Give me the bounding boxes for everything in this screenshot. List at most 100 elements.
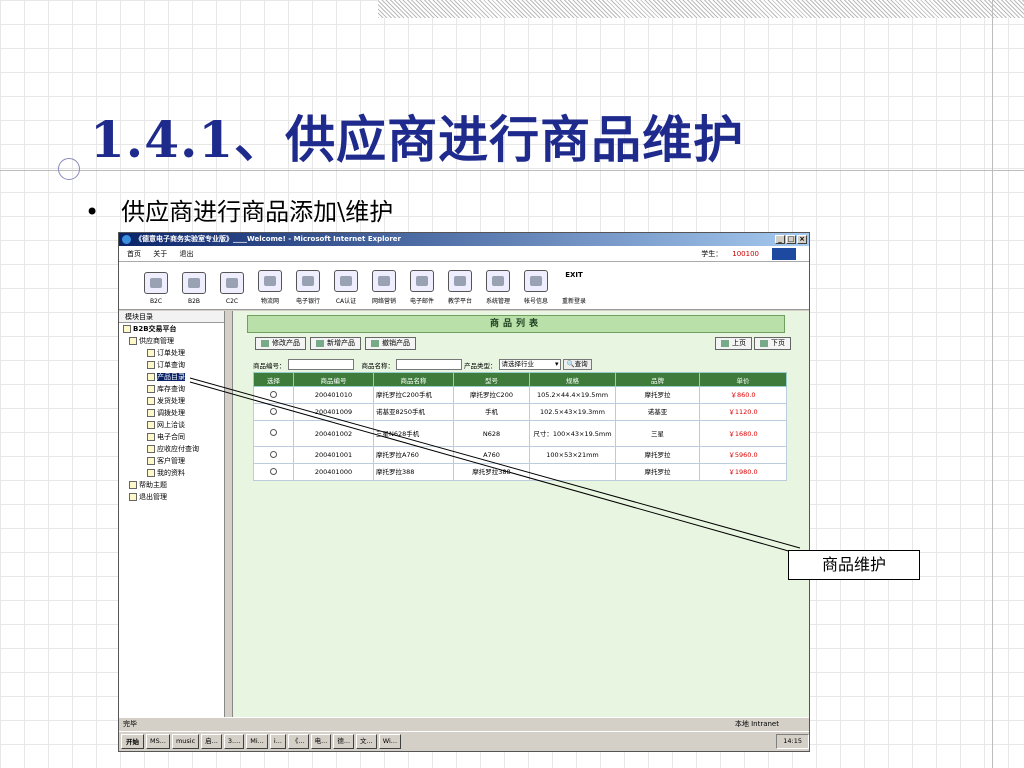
taskbar-button[interactable]: 3.... bbox=[223, 734, 245, 749]
name-input[interactable] bbox=[396, 359, 462, 370]
tool-label: 网络营销 bbox=[371, 298, 396, 305]
minimize-button[interactable]: _ bbox=[775, 235, 785, 244]
taskbar-button[interactable]: 电... bbox=[310, 734, 332, 749]
cell-spec bbox=[529, 463, 616, 481]
tree-item-negotiation[interactable]: 网上洽谈 bbox=[119, 419, 224, 431]
taskbar-button[interactable]: 德... bbox=[333, 734, 355, 749]
next-page-button[interactable]: 下页 bbox=[754, 337, 791, 350]
status-text: 完毕 bbox=[123, 720, 137, 728]
bullet-dot: • bbox=[85, 198, 100, 226]
table-header-row: 选择 商品编号 商品名称 型号 规格 品牌 单价 bbox=[253, 372, 787, 387]
page-icon bbox=[147, 469, 155, 477]
bullet-text: 供应商进行商品添加\维护 bbox=[121, 198, 394, 226]
tree-item-inventory[interactable]: 库存查询 bbox=[119, 383, 224, 395]
taskbar-button[interactable]: i... bbox=[269, 734, 286, 749]
col-header: 型号 bbox=[453, 372, 530, 387]
row-radio[interactable] bbox=[270, 450, 277, 458]
tool-logistics[interactable]: 物流网 bbox=[253, 270, 287, 305]
tool-bank[interactable]: 电子银行 bbox=[291, 270, 325, 305]
edit-product-button[interactable]: 修改产品 bbox=[255, 337, 306, 350]
tree-item-contract[interactable]: 电子合同 bbox=[119, 431, 224, 443]
tool-teaching[interactable]: 教学平台 bbox=[443, 270, 477, 305]
table-row[interactable]: 200401010 摩托罗拉C200手机 摩托罗拉C200 105.2×44.4… bbox=[253, 386, 787, 404]
table-row[interactable]: 200401001 摩托罗拉A760 A760 100×53×21mm 摩托罗拉… bbox=[253, 446, 787, 464]
bullet-item: • 供应商进行商品添加\维护 bbox=[85, 192, 393, 227]
tool-label: B2B bbox=[187, 298, 201, 305]
frame-splitter[interactable] bbox=[225, 311, 233, 717]
action-bar: 修改产品 新增产品 撤销产品 bbox=[255, 337, 416, 350]
globe-icon bbox=[123, 325, 131, 333]
tool-relogin[interactable]: EXIT 重新登录 bbox=[557, 270, 591, 305]
window-title: 《德意电子商务实验室专业版》____Welcome! - Microsoft I… bbox=[135, 235, 401, 243]
tree-group[interactable]: 供应商管理 bbox=[119, 335, 224, 347]
taskbar-button[interactable]: music bbox=[171, 734, 200, 749]
taskbar-button[interactable]: 启... bbox=[201, 734, 222, 749]
row-radio[interactable] bbox=[270, 390, 277, 398]
system-icon bbox=[486, 270, 510, 292]
taskbar-button[interactable]: MS... bbox=[146, 734, 170, 749]
pencil-icon bbox=[261, 339, 269, 347]
row-radio[interactable] bbox=[270, 429, 277, 436]
brand-logo-icon bbox=[772, 248, 796, 260]
tree-item-transfer[interactable]: 调拨处理 bbox=[119, 407, 224, 419]
tool-account[interactable]: 帐号信息 bbox=[519, 270, 553, 305]
cell-name: 诺基亚8250手机 bbox=[373, 403, 454, 421]
tree-item-catalog[interactable]: 产品目录 bbox=[119, 371, 224, 383]
maximize-button[interactable]: □ bbox=[786, 235, 796, 244]
tree-item-order-query[interactable]: 订单查询 bbox=[119, 359, 224, 371]
tree-item-customers[interactable]: 客户管理 bbox=[119, 455, 224, 467]
tool-c2c[interactable]: C2C bbox=[215, 272, 249, 305]
type-select[interactable]: 请选择行业 bbox=[498, 359, 561, 370]
taskbar-button[interactable]: Wi... bbox=[378, 734, 402, 749]
taskbar-button[interactable]: 《... bbox=[287, 734, 309, 749]
tool-label: 系统管理 bbox=[485, 298, 510, 305]
add-product-button[interactable]: 新增产品 bbox=[310, 337, 361, 350]
status-bar: 完毕 本地 Intranet bbox=[119, 717, 809, 730]
tree-item-profile[interactable]: 我的资料 bbox=[119, 467, 224, 479]
tool-label: 物流网 bbox=[260, 298, 279, 305]
tool-b2c[interactable]: B2C bbox=[139, 272, 173, 305]
menu-exit[interactable]: 退出 bbox=[179, 250, 193, 258]
table-row[interactable]: 200401002 三星N628手机 N628 尺寸：100×43×19.5mm… bbox=[253, 420, 787, 447]
row-radio[interactable] bbox=[270, 407, 277, 415]
menu-bar: 首页 关于 退出 学生： 100100 bbox=[119, 246, 809, 262]
prev-page-button[interactable]: 上页 bbox=[715, 337, 752, 350]
page-icon bbox=[147, 397, 155, 405]
tree-item-help[interactable]: 帮助主题 bbox=[119, 479, 224, 491]
col-header: 商品编号 bbox=[293, 372, 374, 387]
tool-label: 电子邮件 bbox=[409, 298, 434, 305]
tool-b2b[interactable]: B2B bbox=[177, 272, 211, 305]
cell-price: ￥5960.0 bbox=[699, 446, 787, 464]
row-radio[interactable] bbox=[270, 467, 277, 475]
remove-product-button[interactable]: 撤销产品 bbox=[365, 337, 416, 350]
start-button[interactable]: 开始 bbox=[121, 734, 144, 749]
close-button[interactable]: × bbox=[797, 235, 807, 244]
menu-about[interactable]: 关于 bbox=[153, 250, 167, 258]
tree-root[interactable]: B2B交易平台 bbox=[119, 323, 224, 335]
taskbar-button[interactable]: Mi... bbox=[246, 734, 268, 749]
search-button[interactable]: 🔍查询 bbox=[562, 359, 592, 370]
slide-guide-line bbox=[992, 0, 993, 768]
tool-email[interactable]: 电子邮件 bbox=[405, 270, 439, 305]
cell-model: 摩托罗拉388 bbox=[453, 463, 530, 481]
cell-price: ￥860.0 bbox=[699, 386, 787, 404]
tree-item-receivables[interactable]: 应收应付查询 bbox=[119, 443, 224, 455]
tool-marketing[interactable]: 网络营销 bbox=[367, 270, 401, 305]
menu-home[interactable]: 首页 bbox=[127, 250, 141, 258]
tree-item-orders[interactable]: 订单处理 bbox=[119, 347, 224, 359]
cell-spec: 100×53×21mm bbox=[529, 446, 616, 464]
taskbar-button[interactable]: 文... bbox=[356, 734, 377, 749]
tree-item-logout[interactable]: 退出管理 bbox=[119, 491, 224, 503]
table-row[interactable]: 200401009 诺基亚8250手机 手机 102.5×43×19.3mm 诺… bbox=[253, 403, 787, 421]
tool-ca[interactable]: CA认证 bbox=[329, 270, 363, 305]
tool-system[interactable]: 系统管理 bbox=[481, 270, 515, 305]
table-row[interactable]: 200401000 摩托罗拉388 摩托罗拉388 摩托罗拉 ￥1980.0 bbox=[253, 463, 787, 481]
cell-brand: 摩托罗拉 bbox=[615, 386, 700, 404]
code-input[interactable] bbox=[287, 359, 354, 370]
col-header: 选择 bbox=[253, 372, 294, 387]
cell-spec: 105.2×44.4×19.5mm bbox=[529, 386, 616, 404]
tree-item-shipping[interactable]: 发货处理 bbox=[119, 395, 224, 407]
window-titlebar[interactable]: 《德意电子商务实验室专业版》____Welcome! - Microsoft I… bbox=[119, 233, 809, 246]
account-icon bbox=[524, 270, 548, 292]
tool-label: CA认证 bbox=[335, 298, 357, 305]
